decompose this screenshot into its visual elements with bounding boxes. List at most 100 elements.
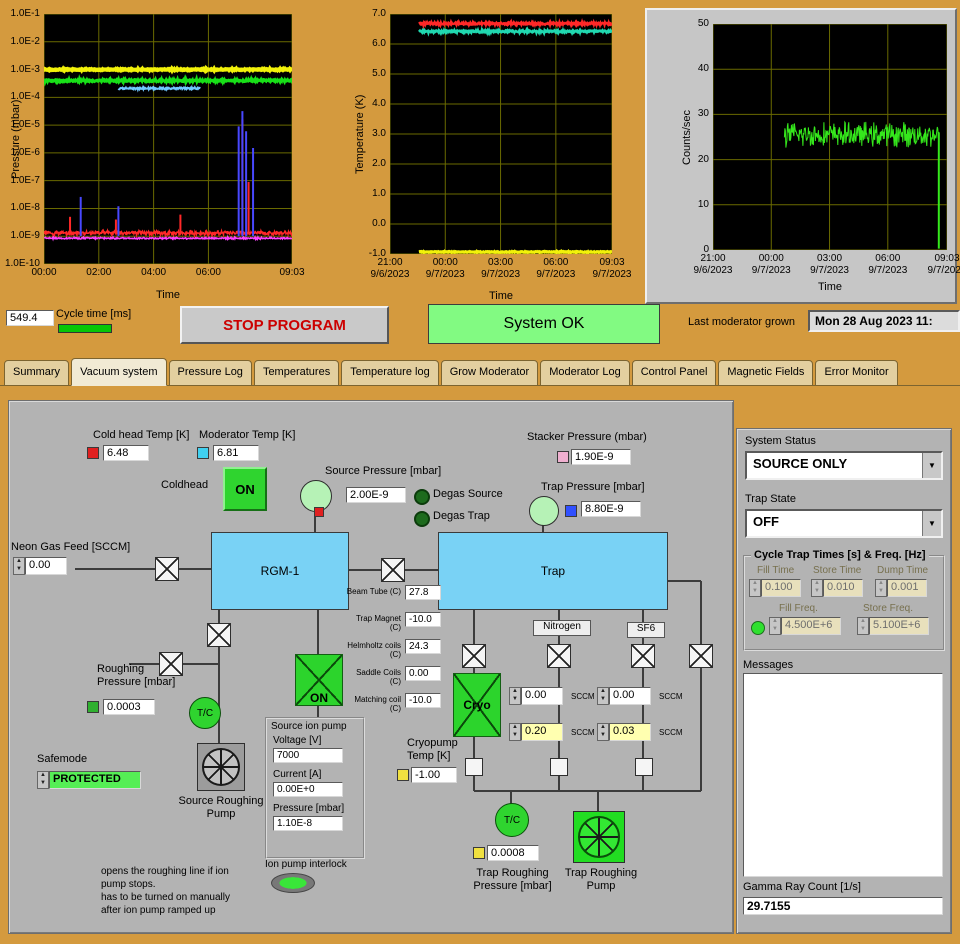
roughing-line-valve-on[interactable]: ON <box>295 654 343 706</box>
temperature-plot-svg <box>389 13 614 256</box>
dump-time-input[interactable]: ▲ ▼ 0.001 <box>875 579 927 597</box>
dump-time-spinner-arrows[interactable]: ▲ ▼ <box>875 579 887 597</box>
tab-temperatures[interactable]: Temperatures <box>253 360 340 386</box>
increment-icon[interactable]: ▲ <box>38 772 48 780</box>
decrement-icon[interactable]: ▼ <box>770 626 780 634</box>
system-status-select[interactable]: SOURCE ONLY ▼ <box>745 451 943 480</box>
dropdown-arrow-icon[interactable]: ▼ <box>922 511 941 536</box>
nitrogen-flow-actual[interactable]: ▲ ▼ 0.20 <box>509 723 563 741</box>
sf6-flow-setpoint[interactable]: ▲ ▼ 0.00 <box>597 687 651 705</box>
fill-time-input[interactable]: ▲ ▼ 0.100 <box>749 579 801 597</box>
cryopump-indicator-swatch <box>397 769 409 781</box>
tab-error-monitor[interactable]: Error Monitor <box>815 360 898 386</box>
source-thermocouple-label: T/C <box>196 707 214 719</box>
increment-icon[interactable]: ▲ <box>876 580 886 588</box>
trap-state-select[interactable]: OFF ▼ <box>745 509 943 538</box>
roughing-pressure-value: 0.0003 <box>103 699 155 715</box>
nitrogen-act-spinner-arrows[interactable]: ▲ ▼ <box>509 723 521 741</box>
increment-icon[interactable]: ▲ <box>598 688 608 696</box>
sf6-label: SF6 <box>627 622 665 638</box>
pressure-y-tick-label: 1.0E-8 <box>10 202 40 214</box>
sf6-act-spinner-arrows[interactable]: ▲ ▼ <box>597 723 609 741</box>
increment-icon[interactable]: ▲ <box>750 580 760 588</box>
neon-spinner-arrows[interactable]: ▲ ▼ <box>13 557 25 575</box>
decrement-icon[interactable]: ▼ <box>38 780 48 788</box>
cycle-status-led[interactable] <box>751 621 765 635</box>
fill-freq-label: Fill Freq. <box>779 603 818 614</box>
increment-icon[interactable]: ▲ <box>812 580 822 588</box>
temperature-chart: Temperature (K) Time 7.0 6.0 5.0 4.0 3.0 2.0 1… <box>352 8 631 318</box>
nitrogen-flow-setpoint[interactable]: ▲ ▼ 0.00 <box>509 687 563 705</box>
nitrogen-valve <box>547 644 571 668</box>
gamma-ray-count-value: 29.7155 <box>743 897 943 915</box>
store-freq-spinner-arrows[interactable]: ▲ ▼ <box>857 617 869 635</box>
temperature-y-tick-label: 0.0 <box>372 218 386 229</box>
fill-freq-spinner-arrows[interactable]: ▲ ▼ <box>769 617 781 635</box>
nitrogen-set-spinner-arrows[interactable]: ▲ ▼ <box>509 687 521 705</box>
pressure-y-tick-label: 1.0E-2 <box>10 35 40 47</box>
store-time-spinner-arrows[interactable]: ▲ ▼ <box>811 579 823 597</box>
helmholtz-coils-temp-label: Helmholtz coils (C) <box>347 641 401 660</box>
temperature-y-tick-label: 6.0 <box>372 38 386 49</box>
increment-icon[interactable]: ▲ <box>510 724 520 732</box>
increment-icon[interactable]: ▲ <box>510 688 520 696</box>
store-time-label: Store Time <box>813 565 862 576</box>
counts-y-tick-label: 20 <box>697 153 709 165</box>
tab-vacuum-system[interactable]: Vacuum system <box>71 358 167 386</box>
safemode-selector[interactable]: ▲ ▼ PROTECTED <box>37 771 141 789</box>
decrement-icon[interactable]: ▼ <box>14 566 24 574</box>
tab-temperature-log[interactable]: Temperature log <box>341 360 439 386</box>
sf6-flow-actual[interactable]: ▲ ▼ 0.03 <box>597 723 651 741</box>
sccm-unit-label: SCCM <box>571 692 595 701</box>
degas-source-led[interactable] <box>414 489 430 505</box>
tab-moderator-log[interactable]: Moderator Log <box>540 360 630 386</box>
decrement-icon[interactable]: ▼ <box>510 696 520 704</box>
sccm-unit-label: SCCM <box>659 692 683 701</box>
decrement-icon[interactable]: ▼ <box>598 696 608 704</box>
increment-icon[interactable]: ▲ <box>14 558 24 566</box>
store-time-input[interactable]: ▲ ▼ 0.010 <box>811 579 863 597</box>
cryo-pump-valve[interactable]: Cryo <box>453 673 501 737</box>
store-freq-input[interactable]: ▲ ▼ 5.100E+6 <box>857 617 929 635</box>
decrement-icon[interactable]: ▼ <box>750 588 760 596</box>
tab-grow-moderator[interactable]: Grow Moderator <box>440 360 539 386</box>
safemode-label: Safemode <box>37 753 88 765</box>
sf6-flow-actual-value: 0.03 <box>609 723 651 741</box>
source-thermocouple-gauge: T/C <box>189 697 221 729</box>
source-roughing-pump[interactable] <box>197 743 245 791</box>
last-moderator-label: Last moderator grown <box>688 316 795 328</box>
increment-icon[interactable]: ▲ <box>770 618 780 626</box>
fill-time-spinner-arrows[interactable]: ▲ ▼ <box>749 579 761 597</box>
degas-trap-led[interactable] <box>414 511 430 527</box>
increment-icon[interactable]: ▲ <box>598 724 608 732</box>
decrement-icon[interactable]: ▼ <box>876 588 886 596</box>
coldhead-power-button[interactable]: ON <box>223 467 267 511</box>
stop-program-button[interactable]: STOP PROGRAM <box>180 306 389 344</box>
dropdown-arrow-icon[interactable]: ▼ <box>922 453 941 478</box>
cryo-valve-label: Cryo <box>463 698 491 712</box>
current-value: 0.00E+0 <box>273 782 343 797</box>
decrement-icon[interactable]: ▼ <box>858 626 868 634</box>
pressure-x-axis-label: Time <box>155 289 181 301</box>
decrement-icon[interactable]: ▼ <box>510 732 520 740</box>
trap-roughing-pump[interactable] <box>573 811 625 863</box>
tab-pressure-log[interactable]: Pressure Log <box>168 360 252 386</box>
tab-control-panel[interactable]: Control Panel <box>631 360 717 386</box>
ion-pump-interlock-led[interactable] <box>271 873 315 893</box>
voltage-label: Voltage [V] <box>273 735 322 746</box>
decrement-icon[interactable]: ▼ <box>598 732 608 740</box>
rgm1-label: RGM-1 <box>260 564 300 578</box>
temperature-y-tick-label: 2.0 <box>372 158 386 169</box>
decrement-icon[interactable]: ▼ <box>812 588 822 596</box>
vacuum-system-panel: Cold head Temp [K] Moderator Temp [K] 6.… <box>8 400 734 934</box>
increment-icon[interactable]: ▲ <box>858 618 868 626</box>
pressure-y-tick-label: 1.0E-7 <box>10 174 40 186</box>
tab-summary[interactable]: Summary <box>4 360 70 386</box>
tab-magnetic-fields[interactable]: Magnetic Fields <box>718 360 814 386</box>
temperature-y-tick-label: 4.0 <box>372 98 386 109</box>
sf6-set-spinner-arrows[interactable]: ▲ ▼ <box>597 687 609 705</box>
fill-freq-input[interactable]: ▲ ▼ 4.500E+6 <box>769 617 841 635</box>
neon-gas-feed-input[interactable]: ▲ ▼ 0.00 <box>13 557 67 575</box>
safemode-spinner-arrows[interactable]: ▲ ▼ <box>37 771 49 789</box>
source-pressure-label: Source Pressure [mbar] <box>325 465 442 477</box>
